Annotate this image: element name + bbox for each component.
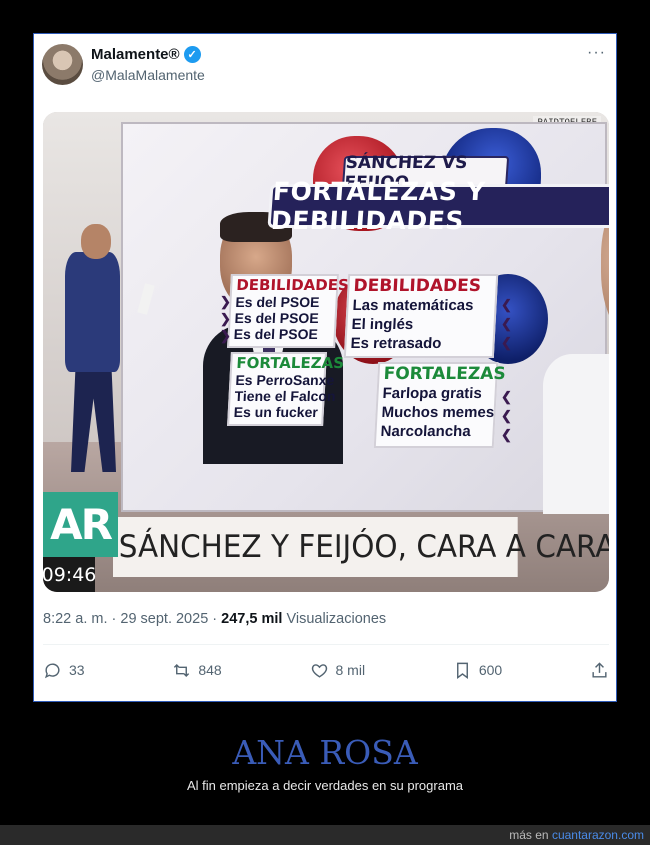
share-icon bbox=[592, 661, 607, 678]
reply-count: 33 bbox=[69, 662, 85, 678]
graphic-title: FORTALEZAS Y DEBILIDADES bbox=[267, 177, 609, 235]
studio-screen: SÁNCHEZ VS FEIJOO FORTALEZAS Y DEBILIDAD… bbox=[121, 122, 609, 514]
list-item: Es del PSOE bbox=[233, 326, 319, 342]
verified-badge-icon: ✓ bbox=[183, 46, 201, 63]
right-fortalezas-heading: FORTALEZAS bbox=[383, 364, 507, 384]
avatar[interactable] bbox=[42, 44, 83, 85]
divider bbox=[43, 644, 609, 645]
news-ticker: SÁNCHEZ Y FEIJÓO, CARA A CARA bbox=[113, 517, 609, 577]
left-debilidades-heading: DEBILIDADES bbox=[235, 276, 350, 294]
bottom-bar: más en cuantarazon.com bbox=[0, 825, 650, 845]
tweet-card: Malamente® ✓ @MalaMalamente ··· PAIDTOEL… bbox=[33, 33, 617, 702]
channel-logo: AR bbox=[43, 492, 118, 557]
tweet-time[interactable]: 8:22 a. m. bbox=[43, 611, 107, 627]
list-item: Es PerroSanxe bbox=[235, 372, 335, 388]
bookmark-count: 600 bbox=[478, 662, 503, 678]
display-name-text[interactable]: Malamente® bbox=[91, 46, 180, 63]
presenter-head bbox=[81, 224, 111, 259]
meta-separator: · bbox=[107, 611, 121, 627]
broadcast-clock: 09:46 bbox=[43, 557, 96, 592]
display-name[interactable]: Malamente® ✓ bbox=[91, 46, 201, 63]
share-button[interactable] bbox=[590, 661, 609, 680]
site-link[interactable]: cuantarazon.com bbox=[552, 828, 644, 842]
right-debilidades-heading: DEBILIDADES bbox=[353, 276, 482, 296]
list-item: Es del PSOE bbox=[235, 294, 320, 310]
tweet-date[interactable]: 29 sept. 2025 bbox=[120, 611, 208, 627]
chevron-left-icon: ❮ bbox=[501, 335, 512, 350]
heart-icon bbox=[311, 663, 327, 678]
list-item: Farlopa gratis bbox=[382, 385, 483, 402]
bookmark-button[interactable]: 600 bbox=[453, 661, 502, 680]
chevron-left-icon: ❮ bbox=[501, 408, 512, 423]
list-item: Las matemáticas bbox=[352, 297, 474, 314]
post-title: ANA ROSA bbox=[232, 733, 418, 772]
action-bar: 33 848 8 mil 600 bbox=[43, 656, 609, 684]
repost-count: 848 bbox=[198, 662, 222, 678]
user-handle[interactable]: @MalaMalamente bbox=[91, 67, 205, 83]
left-fortalezas-panel: FORTALEZAS Es PerroSanxe Tiene el Falcon… bbox=[227, 352, 345, 426]
chevron-right-icon: ❯ bbox=[220, 311, 231, 326]
reply-icon bbox=[44, 662, 60, 678]
bookmark-icon bbox=[456, 662, 468, 679]
list-item: Es del PSOE bbox=[234, 310, 320, 326]
post-caption: Al fin empieza a decir verdades en su pr… bbox=[186, 778, 464, 793]
list-item: Muchos memes bbox=[381, 404, 495, 421]
meta-separator: · bbox=[208, 611, 222, 627]
more-at-label: más en bbox=[509, 828, 552, 842]
feijoo-shirt bbox=[543, 354, 609, 514]
tweet-image[interactable]: PAIDTOELEBE SÁNCHEZ VS FEIJOO FORTALEZAS… bbox=[43, 112, 609, 592]
left-debilidades-panel: DEBILIDADES Es del PSOE Es del PSOE Es d… bbox=[227, 274, 350, 348]
chevron-left-icon: ❮ bbox=[501, 389, 512, 404]
presenter-jacket bbox=[65, 252, 120, 372]
list-item: El inglés bbox=[351, 316, 414, 333]
chevron-left-icon: ❮ bbox=[501, 316, 512, 331]
repost-button[interactable]: 848 bbox=[172, 661, 222, 680]
left-fortalezas-heading: FORTALEZAS bbox=[235, 354, 345, 372]
list-item: Tiene el Falcon bbox=[234, 388, 336, 404]
reply-button[interactable]: 33 bbox=[43, 661, 85, 680]
list-item: Es un fucker bbox=[233, 404, 319, 420]
views-count: 247,5 mil bbox=[221, 611, 283, 627]
like-count: 8 mil bbox=[335, 662, 366, 678]
repost-icon bbox=[174, 663, 190, 677]
chevron-left-icon: ❮ bbox=[501, 297, 512, 312]
like-button[interactable]: 8 mil bbox=[310, 661, 366, 680]
list-item: Narcolancha bbox=[380, 423, 472, 440]
list-item: Es retrasado bbox=[350, 335, 442, 352]
right-debilidades-panel: DEBILIDADES Las matemáticas El inglés Es… bbox=[343, 274, 499, 358]
more-options-icon[interactable]: ··· bbox=[587, 44, 606, 62]
chevron-left-icon: ❮ bbox=[501, 427, 512, 442]
chevron-right-icon: ❯ bbox=[220, 294, 231, 309]
views-label: Visualizaciones bbox=[286, 611, 387, 627]
chevron-right-icon: ❯ bbox=[220, 328, 231, 343]
tweet-meta: 8:22 a. m. · 29 sept. 2025 · 247,5 mil V… bbox=[43, 611, 386, 627]
right-fortalezas-panel: FORTALEZAS Farlopa gratis Muchos memes N… bbox=[373, 362, 507, 448]
